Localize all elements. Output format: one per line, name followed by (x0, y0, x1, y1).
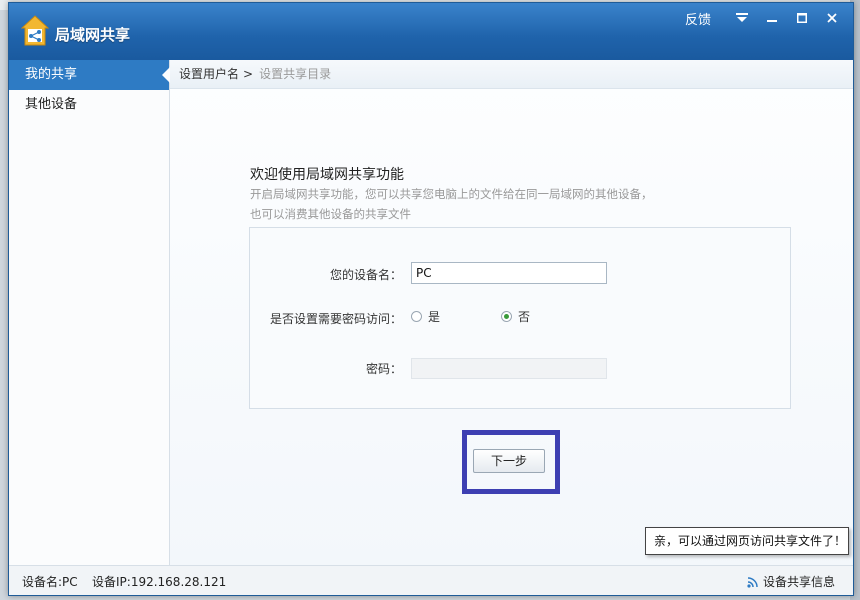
close-button[interactable] (817, 3, 847, 33)
sidebar-item-label: 我的共享 (25, 67, 78, 82)
breadcrumb-next: 设置共享目录 (259, 67, 332, 81)
app-title: 局域网共享 (55, 26, 131, 44)
maximize-button[interactable] (787, 3, 817, 33)
feedback-button[interactable]: 反馈 (675, 3, 721, 33)
device-name-input[interactable] (411, 262, 607, 284)
minimize-icon (767, 20, 777, 22)
status-device-name: 设备名:PC (22, 575, 78, 589)
device-share-info-label: 设备共享信息 (762, 575, 835, 589)
title-bar-controls: 反馈 (675, 3, 853, 33)
password-input[interactable] (411, 358, 607, 379)
sidebar-item-my-share[interactable]: 我的共享 (9, 60, 170, 90)
welcome-description-line1: 开启局域网共享功能，您可以共享您电脑上的文件给在同一局域网的其他设备， (250, 187, 653, 201)
password-no-radio[interactable]: 否 (501, 308, 530, 325)
device-settings-form: 您的设备名： 是否设置需要密码访问： 是 否 密码： (249, 227, 791, 409)
title-bar[interactable]: 局域网共享 反馈 (9, 3, 853, 60)
sidebar-item-other-devices[interactable]: 其他设备 (9, 90, 169, 120)
welcome-description-line2: 也可以消费其他设备的共享文件 (250, 207, 411, 221)
web-access-tooltip[interactable]: 亲，可以通过网页访问共享文件了！ (645, 527, 849, 555)
radio-unchecked-icon (411, 311, 422, 322)
welcome-description: 开启局域网共享功能，您可以共享您电脑上的文件给在同一局域网的其他设备， 也可以消… (250, 184, 690, 224)
close-icon (827, 13, 837, 23)
next-button[interactable]: 下一步 (473, 449, 545, 473)
radio-checked-icon (501, 311, 512, 322)
password-yes-radio[interactable]: 是 (411, 308, 440, 325)
password-label: 密码： (365, 362, 402, 376)
breadcrumb-current: 设置用户名 (179, 67, 240, 81)
maximize-icon (797, 13, 807, 23)
breadcrumb-separator: > (243, 67, 254, 81)
sidebar-item-label: 其他设备 (25, 97, 78, 112)
password-required-label: 是否设置需要密码访问： (269, 312, 402, 326)
device-share-info-link[interactable]: 设备共享信息 (747, 566, 835, 595)
sidebar: 我的共享 其他设备 (9, 60, 170, 565)
radio-label: 是 (428, 310, 441, 324)
menu-button[interactable] (727, 3, 757, 33)
breadcrumb: 设置用户名 > 设置共享目录 (170, 60, 853, 89)
status-bar: 设备名:PC 设备IP:192.168.28.121 设备共享信息 (9, 565, 853, 595)
welcome-heading: 欢迎使用局域网共享功能 (250, 167, 404, 183)
main-panel: 设置用户名 > 设置共享目录 欢迎使用局域网共享功能 开启局域网共享功能，您可以共享… (170, 60, 853, 565)
lan-share-window: 局域网共享 反馈 我的共享 其他设备 设置用户名 > 设置共享目录 欢迎使用局域… (8, 2, 854, 596)
rss-icon (747, 576, 758, 588)
status-device-ip: 设备IP:192.168.28.121 (92, 575, 227, 589)
lan-share-logo-icon (21, 15, 49, 46)
menu-icon (736, 13, 748, 22)
minimize-button[interactable] (757, 3, 787, 33)
device-name-label: 您的设备名： (329, 268, 402, 282)
radio-label: 否 (518, 310, 531, 324)
